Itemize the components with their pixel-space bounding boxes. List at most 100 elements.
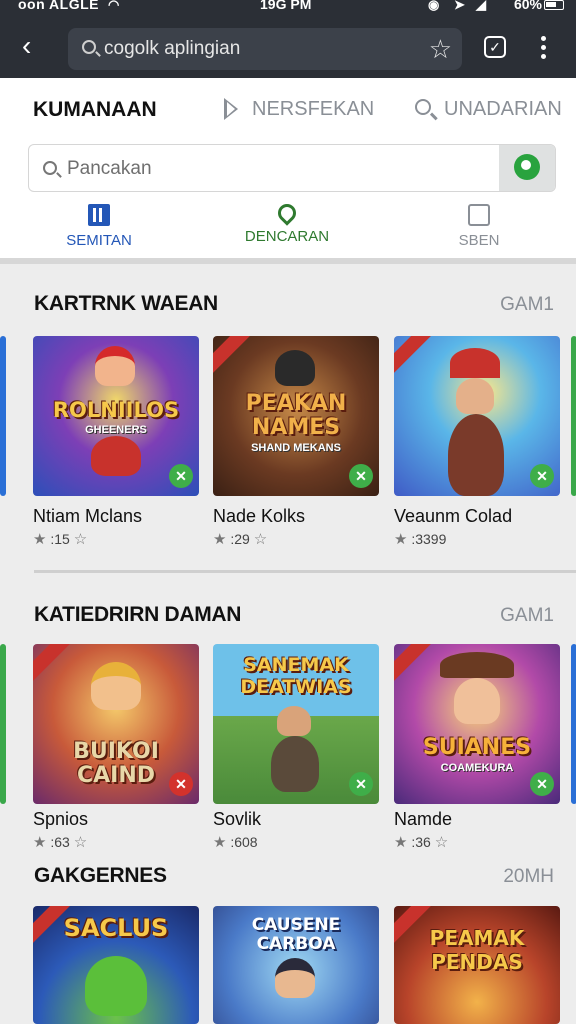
game-art-title: SANEMAK DEATWIAS	[240, 654, 352, 698]
game-card[interactable]: SANEMAK DEATWIAS ✕	[213, 644, 379, 804]
star-icon: ★	[33, 834, 47, 851]
star-icon: ☆	[253, 531, 268, 548]
rating-value: :29	[230, 531, 250, 547]
search-icon	[82, 40, 96, 54]
section-divider	[34, 570, 576, 573]
game-card[interactable]: BUIKOI CAIND ✕	[33, 644, 199, 804]
game-art-subtitle: COAMEKURA	[440, 762, 514, 774]
game-name[interactable]: Sovlik	[213, 809, 261, 830]
game-art-subtitle: GHEENERS	[85, 424, 147, 436]
carrier-label: oon ALGLE	[18, 0, 99, 12]
game-name[interactable]: Spnios	[33, 809, 88, 830]
game-card[interactable]: PEAKAN NAMES SHAND MEKANS ✕	[213, 336, 379, 496]
character-body	[448, 414, 504, 496]
game-name[interactable]: Namde	[394, 809, 452, 830]
rating-value: :3399	[411, 531, 447, 547]
game-art-title: SACLUS	[63, 914, 169, 942]
status-bar: oon ALGLE ◠ 19G PM ◉ ➤ ◢ 60%	[0, 0, 576, 14]
category-dencaran[interactable]: DENCARAN	[222, 200, 352, 245]
bookmark-star-icon[interactable]: ☆	[429, 34, 452, 65]
game-rating: ★ :29 ☆	[213, 530, 267, 548]
category-semitan[interactable]: SEMITAN	[34, 204, 164, 249]
tab-kumanaan[interactable]: KUMANAAN	[33, 98, 157, 122]
tab-unadarian[interactable]: UNADARIAN	[444, 98, 562, 121]
star-icon: ★	[394, 834, 408, 851]
tab-nersfekan[interactable]: NERSFEKAN	[252, 98, 374, 121]
hat-figure	[440, 652, 514, 678]
section-title: KARTRNK WAEAN	[34, 292, 218, 315]
game-art-title: SUIANES	[422, 735, 532, 760]
game-card[interactable]: PEAMAK PENDAS	[394, 906, 560, 1024]
clock: 19G PM	[260, 0, 312, 12]
star-icon: ★	[33, 531, 47, 548]
game-rating: ★ :3399	[394, 530, 446, 548]
chart-icon	[88, 204, 110, 226]
rating-value: :608	[230, 834, 258, 850]
previous-card-edge[interactable]	[0, 336, 6, 496]
edit-icon[interactable]: ✓	[484, 36, 506, 58]
character-figure	[277, 706, 311, 736]
mic-icon	[514, 154, 540, 180]
star-icon: ★	[213, 834, 227, 851]
star-icon: ☆	[73, 531, 88, 548]
rating-value: :15	[50, 531, 70, 547]
game-art-title: PEAMAK PENDAS	[429, 926, 525, 974]
game-card[interactable]: CAUSENE CARBOA	[213, 906, 379, 1024]
star-icon: ★	[394, 531, 408, 548]
play-store-page: oon ALGLE ◠ 19G PM ◉ ➤ ◢ 60% ‹ cogolk ap…	[0, 0, 576, 1024]
section-more-link[interactable]: GAM1	[500, 605, 554, 627]
game-art-title: CAUSENE CARBOA	[251, 915, 341, 954]
star-icon: ☆	[434, 834, 449, 851]
install-badge-icon: ✕	[530, 464, 554, 488]
more-menu-icon[interactable]	[541, 36, 547, 60]
game-art-subtitle: SHAND MEKANS	[251, 442, 341, 454]
character-figure	[85, 956, 147, 1016]
voice-search-button[interactable]	[499, 145, 555, 191]
game-art-title: ROLNIILOS	[52, 398, 180, 422]
bag-icon	[468, 204, 490, 226]
section-more-link[interactable]: GAM1	[500, 294, 554, 316]
previous-card-edge[interactable]	[0, 644, 6, 804]
character-figure	[275, 958, 315, 998]
game-art-title: PEAKAN NAMES	[245, 391, 347, 440]
next-card-edge[interactable]	[571, 336, 576, 496]
category-label: SEMITAN	[66, 232, 132, 249]
url-bar[interactable]: cogolk aplingian ☆	[68, 28, 462, 70]
game-rating: ★ :36 ☆	[394, 833, 448, 851]
rating-value: :63	[50, 834, 70, 850]
wizard-hat	[450, 348, 500, 378]
section-title: GAKGERNES	[34, 864, 167, 887]
game-card[interactable]: SUIANES COAMEKURA ✕	[394, 644, 560, 804]
game-name[interactable]: Ntiam Mclans	[33, 506, 142, 527]
category-sben[interactable]: SBEN	[414, 204, 544, 249]
pin-icon	[274, 200, 300, 226]
star-icon: ★	[213, 531, 227, 548]
game-name[interactable]: Nade Kolks	[213, 506, 305, 527]
game-card[interactable]: ROLNIILOS GHEENERS ✕	[33, 336, 199, 496]
game-rating: ★ :15 ☆	[33, 530, 87, 548]
next-card-edge[interactable]	[571, 644, 576, 804]
game-name[interactable]: Veaunm Colad	[394, 506, 512, 527]
search-icon	[43, 161, 57, 175]
search-input[interactable]	[67, 157, 487, 181]
install-badge-icon: ✕	[169, 772, 193, 796]
character-figure	[454, 678, 500, 724]
divider	[0, 258, 576, 264]
game-card[interactable]: SACLUS	[33, 906, 199, 1024]
battery-icon	[544, 0, 564, 10]
play-icon	[224, 98, 238, 120]
character-body	[271, 736, 319, 792]
url-text: cogolk aplingian	[104, 38, 241, 59]
game-card[interactable]: ✕	[394, 336, 560, 496]
character-figure	[456, 378, 494, 414]
game-rating: ★ :608	[213, 833, 258, 851]
install-badge-icon: ✕	[349, 772, 373, 796]
character-figure	[275, 350, 315, 386]
game-rating: ★ :63 ☆	[33, 833, 87, 851]
alarm-icon: ◉	[428, 0, 440, 12]
character-body	[91, 436, 141, 476]
category-label: DENCARAN	[244, 228, 330, 245]
back-arrow-icon[interactable]: ‹	[22, 32, 44, 60]
battery-percent: 60%	[513, 0, 542, 12]
section-more-link[interactable]: 20MH	[503, 866, 554, 888]
